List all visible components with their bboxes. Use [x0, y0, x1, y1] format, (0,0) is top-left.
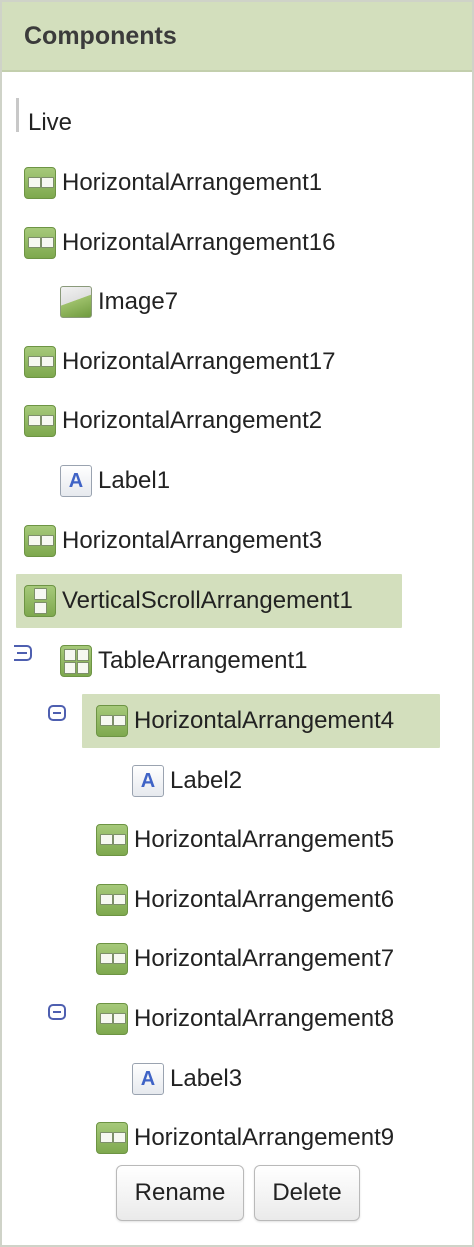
tree-item-label: Label3: [170, 1065, 243, 1092]
tree-item-horizontalarrangement5[interactable]: HorizontalArrangement5: [96, 817, 394, 863]
tree-item-image7[interactable]: Image7: [60, 279, 178, 325]
tree-item-horizontalarrangement8[interactable]: HorizontalArrangement8: [96, 996, 394, 1042]
horizontal-arrangement-icon: [24, 525, 56, 557]
tree-item-horizontalarrangement4[interactable]: HorizontalArrangement4: [82, 694, 440, 748]
label-icon: A: [132, 1063, 164, 1095]
tree-item-label: HorizontalArrangement1: [62, 169, 323, 196]
tree-item-label: HorizontalArrangement6: [134, 886, 395, 913]
table-cell-shape: [77, 662, 89, 674]
tree-item-label: HorizontalArrangement17: [62, 348, 336, 375]
vertical-scroll-arrangement-icon: [24, 585, 56, 617]
tree-item-label: TableArrangement1: [98, 647, 308, 674]
tree-item-label: HorizontalArrangement7: [134, 945, 395, 972]
tree-item-horizontalarrangement1[interactable]: HorizontalArrangement1: [24, 160, 322, 206]
root-node-marker: [16, 98, 19, 132]
tree-item-label2[interactable]: A Label2: [132, 758, 242, 804]
tree-item-live[interactable]: Live: [24, 100, 72, 146]
label-icon: A: [132, 765, 164, 797]
rename-button[interactable]: Rename: [116, 1165, 244, 1221]
tree-item-label: HorizontalArrangement8: [134, 1005, 395, 1032]
tree-item-label: HorizontalArrangement2: [62, 407, 323, 434]
tree-item-verticalscrollarrangement1[interactable]: VerticalScrollArrangement1: [16, 574, 402, 628]
tree-item-label3[interactable]: A Label3: [132, 1056, 242, 1102]
horizontal-arrangement-icon: [96, 884, 128, 916]
tree-item-label: Image7: [98, 288, 179, 315]
collapse-toggle-icon[interactable]: [48, 705, 66, 721]
tree-item-horizontalarrangement7[interactable]: HorizontalArrangement7: [96, 936, 394, 982]
tree-item-label: Live: [28, 109, 73, 136]
tree-item-label: HorizontalArrangement4: [134, 707, 395, 734]
tree-item-horizontalarrangement16[interactable]: HorizontalArrangement16: [24, 220, 335, 266]
horizontal-arrangement-icon: [96, 1122, 128, 1154]
components-header: Components: [2, 2, 472, 72]
tree-item-label: HorizontalArrangement3: [62, 527, 323, 554]
component-tree: Live HorizontalArrangement1 HorizontalAr…: [2, 72, 472, 1162]
tree-item-horizontalarrangement9[interactable]: HorizontalArrangement9: [96, 1115, 394, 1161]
tree-item-horizontalarrangement2[interactable]: HorizontalArrangement2: [24, 398, 322, 444]
table-cell-shape: [64, 649, 76, 661]
delete-button[interactable]: Delete: [254, 1165, 360, 1221]
tree-item-tablearrangement1[interactable]: TableArrangement1: [60, 638, 307, 684]
table-cell-shape: [64, 662, 76, 674]
tree-item-label1[interactable]: A Label1: [60, 458, 170, 504]
label-icon: A: [60, 465, 92, 497]
tree-item-horizontalarrangement17[interactable]: HorizontalArrangement17: [24, 339, 335, 385]
panel-title: Components: [24, 22, 177, 50]
image-icon: [60, 286, 92, 318]
components-panel: Components Live HorizontalArrangement1 H…: [0, 0, 474, 1247]
collapse-toggle-icon[interactable]: [48, 1004, 66, 1020]
horizontal-arrangement-icon: [96, 943, 128, 975]
tree-item-label: HorizontalArrangement9: [134, 1124, 395, 1151]
horizontal-arrangement-icon: [96, 824, 128, 856]
horizontal-arrangement-icon: [24, 227, 56, 259]
table-arrangement-icon: [60, 645, 92, 677]
horizontal-arrangement-icon: [24, 405, 56, 437]
tree-item-horizontalarrangement3[interactable]: HorizontalArrangement3: [24, 518, 322, 564]
tree-item-horizontalarrangement6[interactable]: HorizontalArrangement6: [96, 877, 394, 923]
horizontal-arrangement-icon: [24, 346, 56, 378]
horizontal-arrangement-icon: [24, 167, 56, 199]
tree-item-label: HorizontalArrangement5: [134, 826, 395, 853]
collapse-toggle-icon[interactable]: [14, 645, 32, 661]
horizontal-arrangement-icon: [96, 1003, 128, 1035]
horizontal-arrangement-icon: [96, 705, 128, 737]
tree-item-label: HorizontalArrangement16: [62, 229, 336, 256]
table-cell-shape: [77, 649, 89, 661]
tree-item-label: VerticalScrollArrangement1: [62, 587, 353, 614]
tree-item-label: Label1: [98, 467, 171, 494]
tree-item-label: Label2: [170, 767, 243, 794]
